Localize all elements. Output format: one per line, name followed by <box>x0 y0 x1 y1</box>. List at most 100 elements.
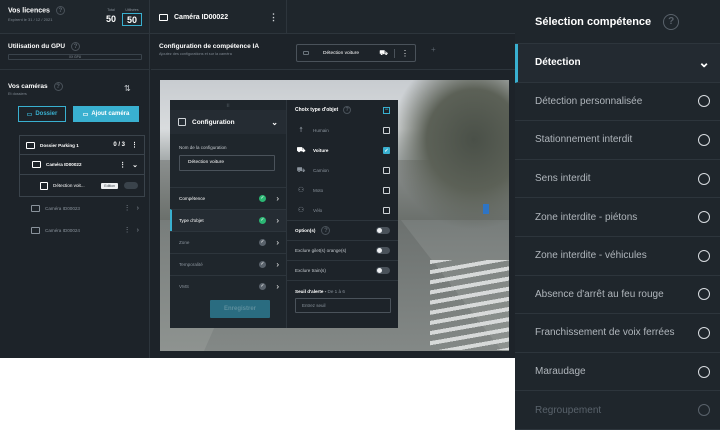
threshold-hint: De 1 à 6 <box>327 289 345 294</box>
object-type-title: Choix type d'objet <box>295 107 339 113</box>
option-toggle[interactable] <box>376 267 390 274</box>
object-row-car[interactable]: ⛟ Voiture ✓ <box>287 140 398 160</box>
config-toggle[interactable] <box>124 182 138 189</box>
tree-config[interactable]: Détection voit... Edition <box>19 175 145 197</box>
config-header: Configuration de compétence IA Ajoutez d… <box>151 34 515 70</box>
options-toggle[interactable] <box>376 227 390 234</box>
object-checkbox[interactable]: ✓ <box>383 146 390 154</box>
step-label: VMS <box>179 284 189 289</box>
help-icon[interactable]: ? <box>321 226 331 235</box>
gpu-title: Utilisation du GPU <box>8 43 66 51</box>
radio-button[interactable] <box>698 211 710 224</box>
competence-item[interactable]: Absence d'arrêt au feu rouge <box>515 276 720 315</box>
competence-item[interactable]: Stationnement interdit <box>515 121 720 160</box>
config-selector-label: Détection voiture <box>323 50 359 56</box>
chevron-right-icon[interactable]: › <box>137 205 139 212</box>
folder-icon: ▭ <box>26 111 33 118</box>
select-all-checkbox[interactable]: − <box>383 106 390 114</box>
object-checkbox[interactable] <box>383 126 390 134</box>
config-steps: Compétence ✓ › Type d'objet ✓ › Zone ✓ › Tempo… <box>170 187 286 297</box>
add-camera-label: Ajout caméra <box>91 111 130 117</box>
add-folder-button[interactable]: ▭ Dossier <box>18 106 66 122</box>
object-row-moto[interactable]: ⚇ Moto <box>287 180 398 200</box>
radio-button[interactable] <box>698 288 710 301</box>
competence-item[interactable]: Détection personnalisée <box>515 83 720 122</box>
help-icon[interactable]: ? <box>55 6 65 15</box>
help-icon[interactable]: ? <box>71 42 81 51</box>
person-icon: ☨ <box>299 127 303 134</box>
object-checkbox[interactable] <box>383 206 390 214</box>
object-checkbox[interactable] <box>383 186 390 194</box>
step-temporality[interactable]: Temporalité ✓ › <box>170 253 286 275</box>
object-checkbox[interactable] <box>383 166 390 174</box>
chevron-down-icon[interactable]: ⌄ <box>132 161 138 169</box>
chevron-right-icon: › <box>276 216 279 225</box>
radio-button[interactable] <box>698 133 710 146</box>
chevron-right-icon: › <box>276 282 279 291</box>
option-label: Exclure gilet(s) orange(s) <box>295 248 347 253</box>
configuration-header[interactable]: Configuration ⌄ <box>170 110 286 134</box>
check-icon: ✓ <box>259 195 266 202</box>
help-icon[interactable]: ? <box>53 82 63 91</box>
competence-title: Sélection compétence <box>535 15 652 28</box>
help-icon[interactable]: ? <box>343 106 352 114</box>
step-competence[interactable]: Compétence ✓ › <box>170 187 286 209</box>
competence-item[interactable]: Zone interdite - véhicules <box>515 237 720 276</box>
sort-icon[interactable]: ⇅ <box>124 84 131 93</box>
help-icon[interactable]: ? <box>663 13 680 30</box>
radio-button[interactable] <box>698 365 710 378</box>
top-bar: Vos licences? Expirent le 31 / 12 / 2021… <box>0 0 515 34</box>
gpu-usage: Utilisation du GPU? XX GPU <box>0 34 150 70</box>
competence-item[interactable]: Zone interdite - piétons <box>515 198 720 237</box>
camera-icon <box>31 204 40 212</box>
option-row: Exclure train(s) <box>287 260 398 280</box>
tree-camera[interactable]: Caméra ID00022 ⋮ ⌄ <box>19 155 145 175</box>
step-vms[interactable]: VMS ✓ › <box>170 275 286 297</box>
drag-handle[interactable]: ||| <box>170 100 286 110</box>
kebab-menu-icon[interactable]: ⋮ <box>124 226 131 234</box>
radio-button[interactable] <box>698 95 710 108</box>
competence-item[interactable]: Franchissement de voix ferrées <box>515 314 720 353</box>
folder-count: 0 / 3 <box>113 142 125 148</box>
radio-button[interactable] <box>698 404 710 417</box>
configuration-title: Configuration <box>192 118 235 126</box>
tree-camera-label: Caméra ID00022 <box>46 162 82 167</box>
config-selector[interactable]: Détection voiture ⛟ ⋮ <box>296 44 416 62</box>
truck-icon: ⛟ <box>296 166 306 174</box>
radio-button[interactable] <box>698 249 710 262</box>
add-config-icon[interactable]: + <box>431 45 436 54</box>
threshold-input[interactable]: Entrez seuil <box>295 298 391 313</box>
kebab-menu-icon[interactable]: ⋮ <box>269 12 278 23</box>
competence-label: Franchissement de voix ferrées <box>535 327 675 339</box>
kebab-menu-icon[interactable]: ⋮ <box>394 48 409 58</box>
config-name-input[interactable]: Détection voiture <box>179 155 275 171</box>
tree-camera[interactable]: Caméra ID00023 ⋮ › <box>19 197 145 219</box>
chevron-right-icon[interactable]: › <box>137 227 139 234</box>
radio-button[interactable] <box>698 172 710 185</box>
kebab-menu-icon[interactable]: ⋮ <box>119 161 126 169</box>
object-row-truck[interactable]: ⛟ Camion <box>287 160 398 180</box>
competence-item[interactable]: Regroupement <box>515 391 720 430</box>
option-toggle[interactable] <box>376 247 390 254</box>
kebab-menu-icon[interactable]: ⋮ <box>124 204 131 212</box>
step-object-type[interactable]: Type d'objet ✓ › <box>170 209 286 231</box>
camera-icon <box>32 161 41 168</box>
add-folder-label: Dossier <box>35 111 58 117</box>
save-button[interactable]: Enregistrer <box>210 300 270 318</box>
object-row-bike[interactable]: ⚇ Vélo <box>287 200 398 220</box>
object-row-human[interactable]: ☨ Humain <box>287 120 398 140</box>
tree-folder[interactable]: Dossier Parking 1 0 / 3 ⋮ <box>19 135 145 155</box>
option-label: Exclure train(s) <box>295 268 326 273</box>
competence-label: Détection personnalisée <box>535 95 643 107</box>
object-label: Voiture <box>313 147 329 153</box>
radio-button[interactable] <box>698 326 710 339</box>
chevron-down-icon[interactable]: ⌄ <box>271 118 278 127</box>
competence-item[interactable]: Sens interdit <box>515 160 720 199</box>
bicycle-icon: ⚇ <box>297 207 305 214</box>
competence-item[interactable]: Maraudage <box>515 353 720 392</box>
kebab-menu-icon[interactable]: ⋮ <box>131 141 138 149</box>
step-zone[interactable]: Zone ✓ › <box>170 231 286 253</box>
competence-item-detection[interactable]: Détection ⌄ <box>515 44 720 83</box>
add-camera-button[interactable]: ▭ Ajout caméra <box>73 106 139 122</box>
tree-camera[interactable]: Caméra ID00024 ⋮ › <box>19 219 145 241</box>
